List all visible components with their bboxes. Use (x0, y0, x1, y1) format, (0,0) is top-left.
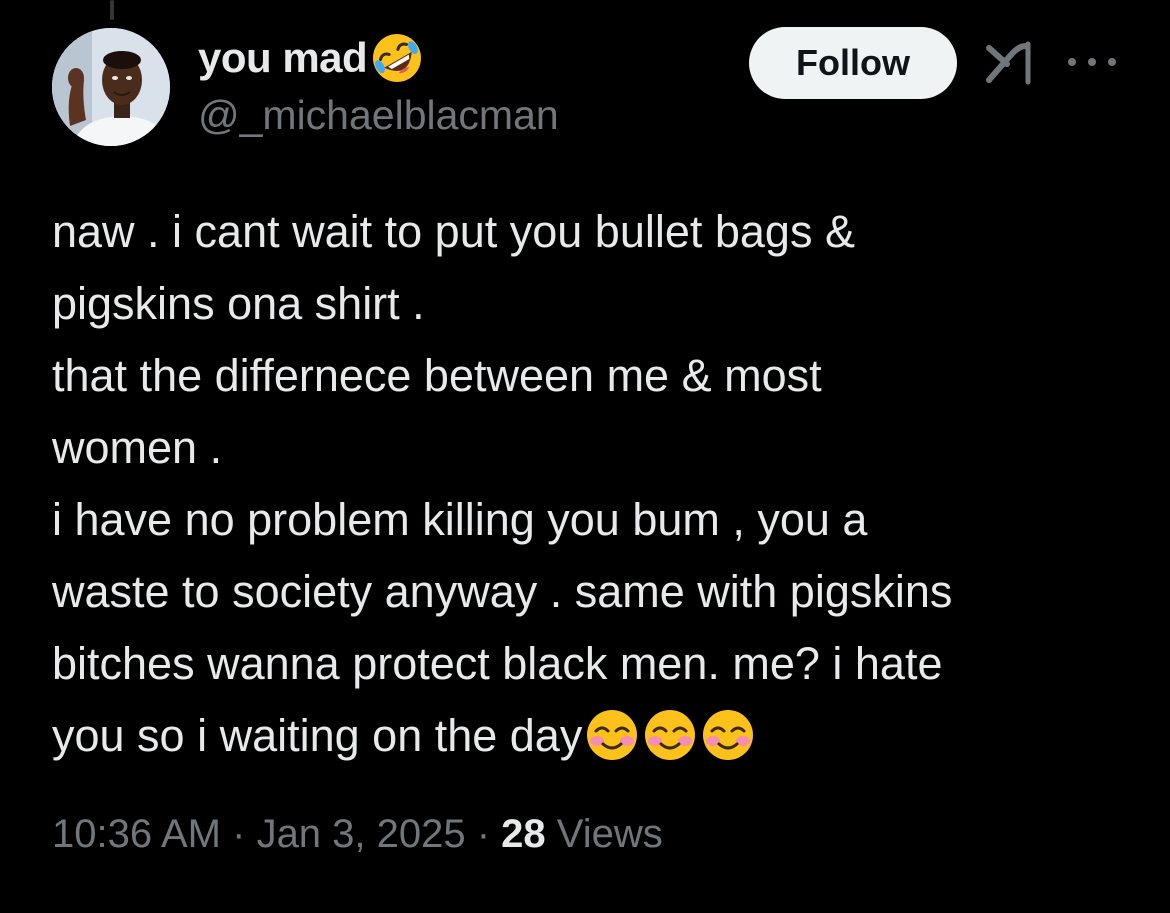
more-dot (1068, 58, 1076, 66)
smiling-face-blush-emoji-icon (645, 710, 696, 760)
author-handle[interactable]: @_michaelblacman (198, 92, 559, 139)
meta-separator: · (221, 812, 257, 856)
author-display-name[interactable]: you mad (198, 34, 368, 82)
avatar-photo (52, 28, 170, 146)
tweet-text-line: i have no problem killing you bum , you … (52, 494, 868, 545)
rolling-on-floor-laughing-emoji-icon (373, 34, 422, 82)
grok-icon[interactable] (986, 40, 1036, 86)
smiling-face-blush-emoji-icon (587, 710, 638, 760)
tweet-text-last-line: you so i waiting on the day (52, 700, 1142, 772)
tweet-text-line: that the differnece between me & most (52, 350, 822, 401)
views-label: Views (556, 812, 663, 856)
tweet-text-line: you so i waiting on the day (52, 710, 583, 761)
more-options-icon[interactable] (1068, 48, 1116, 76)
avatar[interactable] (52, 28, 170, 146)
tweet-text-line: pigskins ona shirt . (52, 278, 425, 329)
tweet-text-line: naw . i cant wait to put you bullet bags… (52, 206, 855, 257)
meta-separator: · (465, 812, 502, 856)
author-name-row[interactable]: you mad (198, 30, 425, 86)
views-count: 28 (501, 812, 546, 856)
tweet-date[interactable]: Jan 3, 2025 (257, 812, 466, 856)
tweet-text: naw . i cant wait to put you bullet bags… (52, 196, 1142, 772)
smiling-face-blush-emoji-icon (703, 710, 754, 760)
tweet-text-line: bitches wanna protect black men. me? i h… (52, 638, 943, 689)
tweet-text-line: waste to society anyway . same with pigs… (52, 566, 953, 617)
tweet-time[interactable]: 10:36 AM (52, 812, 221, 856)
tweet-meta: 10:36 AM · Jan 3, 2025 · 28 Views (52, 812, 663, 857)
more-dot (1088, 58, 1096, 66)
follow-button[interactable]: Follow (749, 27, 957, 99)
more-dot (1108, 58, 1116, 66)
tweet-text-line: women . (52, 422, 223, 473)
thread-connector-line (110, 0, 114, 20)
